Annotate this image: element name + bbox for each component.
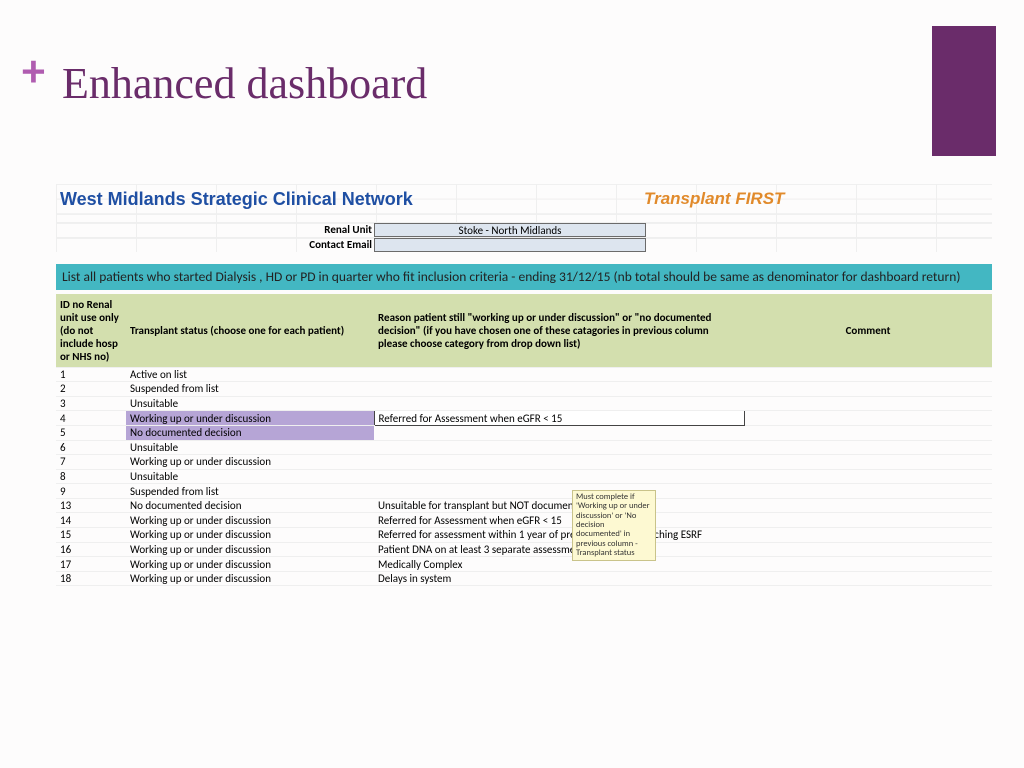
cell-id[interactable]: 4: [56, 411, 126, 426]
table-row[interactable]: 9Suspended from list: [56, 484, 992, 499]
table-row[interactable]: 13No documented decisionUnsuitable for t…: [56, 498, 992, 513]
table-row[interactable]: 5No documented decision: [56, 425, 992, 440]
cell-reason[interactable]: Patient DNA on at least 3 separate asses…: [374, 542, 744, 557]
cell-comment[interactable]: [744, 528, 992, 543]
cell-status[interactable]: Unsuitable: [126, 396, 374, 411]
slide-title: Enhanced dashboard: [62, 58, 427, 109]
cell-reason[interactable]: [374, 469, 744, 484]
cell-comment[interactable]: [744, 513, 992, 528]
cell-comment[interactable]: [744, 367, 992, 382]
cell-id[interactable]: 3: [56, 396, 126, 411]
table-row[interactable]: 18Working up or under discussionDelays i…: [56, 571, 992, 586]
cell-status[interactable]: Suspended from list: [126, 382, 374, 397]
cell-reason[interactable]: Referred for assessment within 1 year of…: [374, 528, 744, 543]
cell-reason[interactable]: Medically Complex: [374, 557, 744, 572]
cell-status[interactable]: No documented decision: [126, 425, 374, 440]
accent-block: [932, 26, 996, 156]
cell-comment[interactable]: [744, 382, 992, 397]
cell-reason[interactable]: [374, 396, 744, 411]
cell-reason[interactable]: [374, 440, 744, 455]
table-row[interactable]: 3Unsuitable: [56, 396, 992, 411]
cell-id[interactable]: 14: [56, 513, 126, 528]
cell-comment[interactable]: [744, 542, 992, 557]
program-heading: Transplant FIRST: [644, 189, 784, 209]
cell-id[interactable]: 13: [56, 498, 126, 513]
plus-icon: +: [22, 48, 45, 94]
cell-id[interactable]: 15: [56, 528, 126, 543]
table-row[interactable]: 14Working up or under discussionReferred…: [56, 513, 992, 528]
table-row[interactable]: 16Working up or under discussionPatient …: [56, 542, 992, 557]
cell-status[interactable]: Working up or under discussion: [126, 528, 374, 543]
cell-comment[interactable]: [744, 425, 992, 440]
validation-tooltip: Must complete if 'Working up or under di…: [572, 490, 656, 561]
cell-reason[interactable]: [374, 367, 744, 382]
cell-comment[interactable]: [744, 440, 992, 455]
cell-reason[interactable]: [374, 382, 744, 397]
cell-reason[interactable]: Delays in system: [374, 571, 744, 586]
table-row[interactable]: 17Working up or under discussionMedicall…: [56, 557, 992, 572]
network-heading: West Midlands Strategic Clinical Network: [60, 189, 413, 210]
cell-id[interactable]: 5: [56, 425, 126, 440]
cell-comment[interactable]: [744, 396, 992, 411]
cell-id[interactable]: 16: [56, 542, 126, 557]
cell-id[interactable]: 7: [56, 455, 126, 470]
table-row[interactable]: 8Unsuitable: [56, 469, 992, 484]
cell-comment[interactable]: [744, 411, 992, 426]
col-header-id: ID no Renal unit use only (do not includ…: [56, 294, 126, 368]
cell-status[interactable]: Working up or under discussion: [126, 513, 374, 528]
renal-unit-field[interactable]: Stoke - North Midlands: [374, 223, 646, 237]
cell-status[interactable]: Unsuitable: [126, 469, 374, 484]
cell-status[interactable]: Working up or under discussion: [126, 411, 374, 426]
instruction-band: List all patients who started Dialysis ,…: [56, 264, 992, 290]
table-row[interactable]: 15Working up or under discussionReferred…: [56, 528, 992, 543]
cell-status[interactable]: No documented decision: [126, 498, 374, 513]
cell-id[interactable]: 18: [56, 571, 126, 586]
table-row[interactable]: 7Working up or under discussion: [56, 455, 992, 470]
cell-reason[interactable]: Referred for Assessment when eGFR < 15▾: [374, 411, 744, 426]
cell-status[interactable]: Working up or under discussion: [126, 571, 374, 586]
cell-reason[interactable]: Referred for Assessment when eGFR < 15: [374, 513, 744, 528]
cell-status[interactable]: Suspended from list: [126, 484, 374, 499]
table-row[interactable]: 6Unsuitable: [56, 440, 992, 455]
spreadsheet-region: West Midlands Strategic Clinical Network…: [56, 184, 992, 586]
cell-reason[interactable]: Unsuitable for transplant but NOT docume…: [374, 498, 744, 513]
cell-id[interactable]: 6: [56, 440, 126, 455]
cell-comment[interactable]: [744, 557, 992, 572]
cell-status[interactable]: Working up or under discussion: [126, 542, 374, 557]
cell-status[interactable]: Active on list: [126, 367, 374, 382]
cell-id[interactable]: 8: [56, 469, 126, 484]
cell-comment[interactable]: [744, 455, 992, 470]
cell-status[interactable]: Working up or under discussion: [126, 557, 374, 572]
patient-table: ID no Renal unit use only (do not includ…: [56, 294, 992, 587]
cell-id[interactable]: 17: [56, 557, 126, 572]
col-header-status: Transplant status (choose one for each p…: [126, 294, 374, 368]
cell-reason[interactable]: [374, 484, 744, 499]
col-header-reason: Reason patient still "working up or unde…: [374, 294, 744, 368]
cell-status[interactable]: Working up or under discussion: [126, 455, 374, 470]
table-row[interactable]: 1Active on list: [56, 367, 992, 382]
cell-status[interactable]: Unsuitable: [126, 440, 374, 455]
col-header-comment: Comment: [744, 294, 992, 368]
cell-comment[interactable]: [744, 484, 992, 499]
cell-comment[interactable]: [744, 469, 992, 484]
renal-unit-label: Renal Unit: [56, 223, 374, 237]
contact-email-label: Contact Email: [56, 238, 374, 252]
cell-reason[interactable]: [374, 455, 744, 470]
contact-email-field[interactable]: [374, 238, 646, 252]
cell-id[interactable]: 1: [56, 367, 126, 382]
table-row[interactable]: 2Suspended from list: [56, 382, 992, 397]
table-row[interactable]: 4Working up or under discussionReferred …: [56, 411, 992, 426]
cell-reason[interactable]: [374, 425, 744, 440]
cell-id[interactable]: 2: [56, 382, 126, 397]
cell-comment[interactable]: [744, 571, 992, 586]
cell-id[interactable]: 9: [56, 484, 126, 499]
cell-comment[interactable]: [744, 498, 992, 513]
